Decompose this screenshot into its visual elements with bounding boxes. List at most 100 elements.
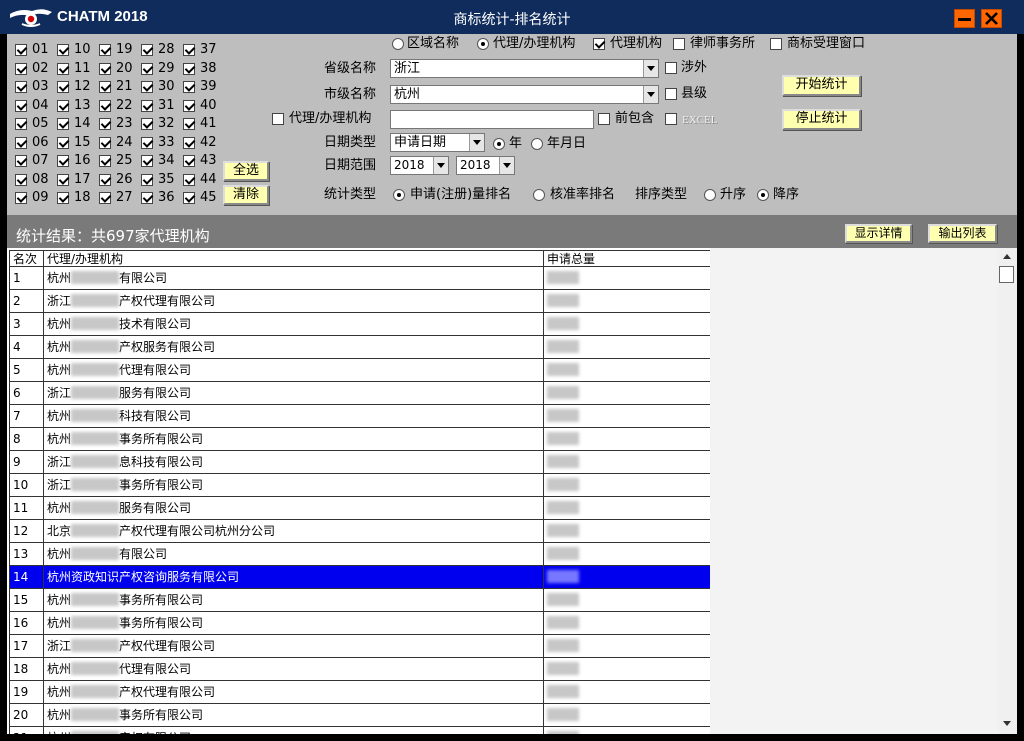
- checkbox-class-30[interactable]: [141, 81, 153, 93]
- checkbox-class-19[interactable]: [99, 44, 111, 56]
- chevron-down-icon[interactable]: [433, 157, 448, 174]
- checkbox-class-36[interactable]: [141, 192, 153, 204]
- chevron-down-icon[interactable]: [643, 86, 658, 103]
- checkbox-class-17[interactable]: [57, 173, 69, 186]
- table-row[interactable]: 17 浙江 产权代理有限公司: [9, 634, 711, 658]
- checkbox-class-45[interactable]: [183, 192, 195, 204]
- checkbox-class-18[interactable]: [57, 192, 69, 204]
- minimize-button[interactable]: [954, 9, 975, 28]
- checkbox-class-01[interactable]: [15, 44, 27, 56]
- table-row[interactable]: 7 杭州 科技有限公司: [9, 404, 711, 428]
- table-row[interactable]: 12 北京 产权代理有限公司杭州分公司: [9, 519, 711, 543]
- table-row[interactable]: 11 杭州 服务有限公司: [9, 496, 711, 520]
- scroll-up-icon[interactable]: [1003, 254, 1011, 259]
- checkbox-class-26[interactable]: [99, 173, 111, 186]
- stop-button[interactable]: 停止统计: [782, 109, 861, 130]
- checkbox-class-12[interactable]: [57, 81, 69, 93]
- column-header-total[interactable]: 申请总量: [543, 250, 711, 267]
- table-row[interactable]: 9 浙江 息科技有限公司: [9, 450, 711, 474]
- column-header-rank[interactable]: 名次: [9, 250, 44, 267]
- checkbox-class-32[interactable]: [141, 118, 153, 130]
- scroll-down-icon[interactable]: [1003, 721, 1011, 726]
- column-header-agency[interactable]: 代理/办理机构: [43, 250, 544, 267]
- checkbox-class-15[interactable]: [57, 136, 69, 149]
- checkbox-class-33[interactable]: [141, 136, 153, 149]
- checkbox-class-02[interactable]: [15, 62, 27, 75]
- checkbox-class-35[interactable]: [141, 173, 153, 186]
- checkbox-class-13[interactable]: [57, 99, 69, 112]
- clear-button[interactable]: 清除: [223, 185, 269, 205]
- checkbox-class-28[interactable]: [141, 44, 153, 56]
- chevron-down-icon[interactable]: [499, 157, 514, 174]
- scroll-thumb[interactable]: [999, 266, 1014, 283]
- checkbox-class-31[interactable]: [141, 99, 153, 112]
- table-row[interactable]: 8 杭州 事务所有限公司: [9, 427, 711, 451]
- checkbox-class-34[interactable]: [141, 155, 153, 167]
- checkbox-class-37[interactable]: [183, 44, 195, 56]
- table-row[interactable]: 10 浙江 事务所有限公司: [9, 473, 711, 497]
- city-select[interactable]: 杭州: [390, 85, 659, 104]
- province-select[interactable]: 浙江: [390, 59, 659, 78]
- date-from-select[interactable]: 2018: [390, 156, 449, 175]
- radio-sort-desc[interactable]: [757, 189, 769, 201]
- checkbox-class-03[interactable]: [15, 81, 27, 93]
- checkbox-class-22[interactable]: [99, 99, 111, 112]
- vertical-scrollbar[interactable]: [998, 248, 1017, 734]
- checkbox-class-07[interactable]: [15, 155, 27, 167]
- checkbox-class-20[interactable]: [99, 62, 111, 75]
- show-detail-button[interactable]: 显示详情: [845, 224, 912, 243]
- radio-year-month-day[interactable]: [531, 138, 543, 150]
- checkbox-class-44[interactable]: [183, 173, 195, 186]
- checkbox-class-04[interactable]: [15, 99, 27, 112]
- checkbox-class-10[interactable]: [57, 44, 69, 56]
- table-row[interactable]: 18 杭州 代理有限公司: [9, 657, 711, 681]
- checkbox-foreign[interactable]: [665, 62, 677, 74]
- checkbox-class-08[interactable]: [15, 173, 27, 186]
- start-button[interactable]: 开始统计: [782, 75, 861, 96]
- checkbox-class-39[interactable]: [183, 81, 195, 93]
- date-type-select[interactable]: 申请日期: [390, 133, 485, 152]
- checkbox-agency-filter[interactable]: [272, 113, 284, 125]
- close-button[interactable]: [981, 9, 1002, 28]
- checkbox-class-41[interactable]: [183, 118, 195, 130]
- checkbox-class-09[interactable]: [15, 192, 27, 204]
- checkbox-class-27[interactable]: [99, 192, 111, 204]
- table-row[interactable]: 21杭州 产权有限公司: [9, 726, 711, 734]
- table-row[interactable]: 20 杭州 事务所有限公司: [9, 703, 711, 727]
- checkbox-class-40[interactable]: [183, 99, 195, 112]
- checkbox-class-43[interactable]: [183, 155, 195, 167]
- chevron-down-icon[interactable]: [643, 60, 658, 77]
- table-row[interactable]: 1 杭州 有限公司: [9, 266, 711, 290]
- table-row[interactable]: 16 杭州 事务所有限公司: [9, 611, 711, 635]
- checkbox-county[interactable]: [665, 88, 677, 100]
- radio-agency[interactable]: [477, 38, 489, 50]
- checkbox-class-16[interactable]: [57, 155, 69, 167]
- chevron-down-icon[interactable]: [469, 134, 484, 151]
- checkbox-agency[interactable]: [593, 38, 605, 50]
- checkbox-excel[interactable]: [665, 113, 677, 125]
- checkbox-class-23[interactable]: [99, 118, 111, 130]
- checkbox-class-42[interactable]: [183, 136, 195, 149]
- checkbox-window[interactable]: [770, 38, 782, 50]
- checkbox-class-38[interactable]: [183, 62, 195, 75]
- table-row[interactable]: 14 杭州资政知识产权咨询服务有限公司: [9, 565, 711, 589]
- checkbox-class-05[interactable]: [15, 118, 27, 130]
- table-row[interactable]: 15 杭州 事务所有限公司: [9, 588, 711, 612]
- radio-stat-approve[interactable]: [533, 189, 545, 201]
- table-row[interactable]: 2 浙江 产权代理有限公司: [9, 289, 711, 313]
- checkbox-class-21[interactable]: [99, 81, 111, 93]
- checkbox-class-06[interactable]: [15, 136, 27, 149]
- export-list-button[interactable]: 输出列表: [928, 224, 997, 243]
- select-all-button[interactable]: 全选: [223, 161, 269, 181]
- radio-year[interactable]: [493, 138, 505, 150]
- table-row[interactable]: 4 杭州 产权服务有限公司: [9, 335, 711, 359]
- checkbox-class-25[interactable]: [99, 155, 111, 167]
- table-row[interactable]: 3 杭州 技术有限公司: [9, 312, 711, 336]
- radio-sort-asc[interactable]: [704, 189, 716, 201]
- agency-input[interactable]: [390, 110, 594, 129]
- radio-region[interactable]: [392, 38, 404, 50]
- checkbox-class-11[interactable]: [57, 62, 69, 75]
- checkbox-class-14[interactable]: [57, 118, 69, 130]
- table-row[interactable]: 19 杭州 产权代理有限公司: [9, 680, 711, 704]
- checkbox-class-24[interactable]: [99, 136, 111, 149]
